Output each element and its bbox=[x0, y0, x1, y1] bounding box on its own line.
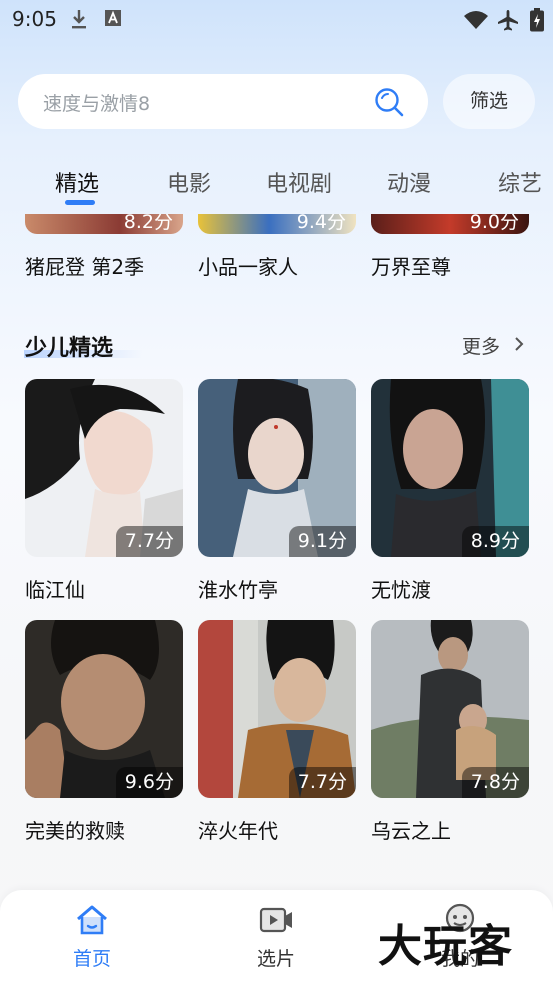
video-icon bbox=[258, 902, 294, 942]
poster-thumbnail[interactable]: 7.7分 bbox=[198, 620, 356, 798]
nav-label: 选片 bbox=[256, 948, 295, 970]
more-link[interactable]: 更多 bbox=[462, 332, 500, 359]
section-title: 少儿精选 bbox=[25, 336, 114, 361]
item-title[interactable]: 小品一家人 bbox=[198, 251, 298, 280]
status-bar: 9:05 bbox=[0, 0, 553, 40]
download-icon bbox=[70, 8, 88, 34]
filter-button[interactable]: 筛选 bbox=[443, 74, 535, 129]
poster-thumbnail[interactable]: 8.2分 bbox=[25, 214, 183, 234]
poster-score: 8.2分 bbox=[123, 214, 173, 233]
watermark-logo: 大玩客 bbox=[378, 921, 513, 972]
item-title[interactable]: 乌云之上 bbox=[371, 815, 451, 844]
wifi-icon bbox=[463, 10, 489, 34]
tab-movies[interactable]: 电影 bbox=[167, 166, 211, 198]
poster-thumbnail[interactable]: 9.1分 bbox=[198, 379, 356, 557]
poster-score: 9.1分 bbox=[288, 526, 356, 557]
item-title[interactable]: 淬火年代 bbox=[198, 815, 278, 844]
item-title[interactable]: 无忧渡 bbox=[371, 574, 431, 603]
poster-score: 7.7分 bbox=[288, 767, 356, 798]
poster-score: 9.6分 bbox=[115, 767, 183, 798]
search-input[interactable]: 速度与激情8 bbox=[18, 74, 428, 129]
battery-charging-icon bbox=[530, 8, 544, 36]
tab-anime[interactable]: 动漫 bbox=[387, 166, 431, 198]
poster-score: 8.9分 bbox=[461, 526, 529, 557]
text-a-icon bbox=[104, 8, 122, 32]
poster-score: 9.0分 bbox=[469, 214, 519, 233]
item-title[interactable]: 万界至尊 bbox=[371, 251, 451, 280]
chevron-right-icon[interactable] bbox=[513, 335, 525, 357]
nav-home[interactable]: 首页 bbox=[32, 890, 152, 984]
poster-thumbnail[interactable]: 7.8分 bbox=[371, 620, 529, 798]
content-feed[interactable]: 8.2分 9.4分 9.0分 猪屁登 第2季 小品一家人 万界至尊 少儿精选 更… bbox=[0, 214, 553, 890]
nav-label: 首页 bbox=[72, 948, 111, 970]
tab-variety[interactable]: 综艺 bbox=[498, 166, 542, 198]
poster-thumbnail[interactable]: 9.6分 bbox=[25, 620, 183, 798]
status-time: 9:05 bbox=[12, 7, 57, 31]
poster-thumbnail[interactable]: 7.7分 bbox=[25, 379, 183, 557]
item-title[interactable]: 淮水竹亭 bbox=[198, 574, 278, 603]
nav-browse[interactable]: 选片 bbox=[216, 890, 336, 984]
poster-score: 7.8分 bbox=[461, 767, 529, 798]
airplane-icon bbox=[496, 8, 520, 36]
tab-tv-series[interactable]: 电视剧 bbox=[266, 166, 332, 198]
poster-thumbnail[interactable]: 9.4分 bbox=[198, 214, 356, 234]
poster-thumbnail[interactable]: 9.0分 bbox=[371, 214, 529, 234]
poster-score: 7.7分 bbox=[115, 526, 183, 557]
item-title[interactable]: 完美的救赎 bbox=[25, 815, 125, 844]
home-icon bbox=[74, 902, 110, 942]
search-placeholder: 速度与激情8 bbox=[43, 93, 151, 115]
item-title[interactable]: 临江仙 bbox=[25, 574, 85, 603]
item-title[interactable]: 猪屁登 第2季 bbox=[25, 251, 144, 280]
search-icon[interactable] bbox=[374, 87, 404, 121]
poster-score: 9.4分 bbox=[296, 214, 346, 233]
tab-active-indicator bbox=[65, 200, 95, 205]
category-tabs: 精选 电影 电视剧 动漫 综艺 bbox=[0, 160, 553, 210]
tab-featured[interactable]: 精选 bbox=[55, 166, 99, 198]
poster-thumbnail[interactable]: 8.9分 bbox=[371, 379, 529, 557]
